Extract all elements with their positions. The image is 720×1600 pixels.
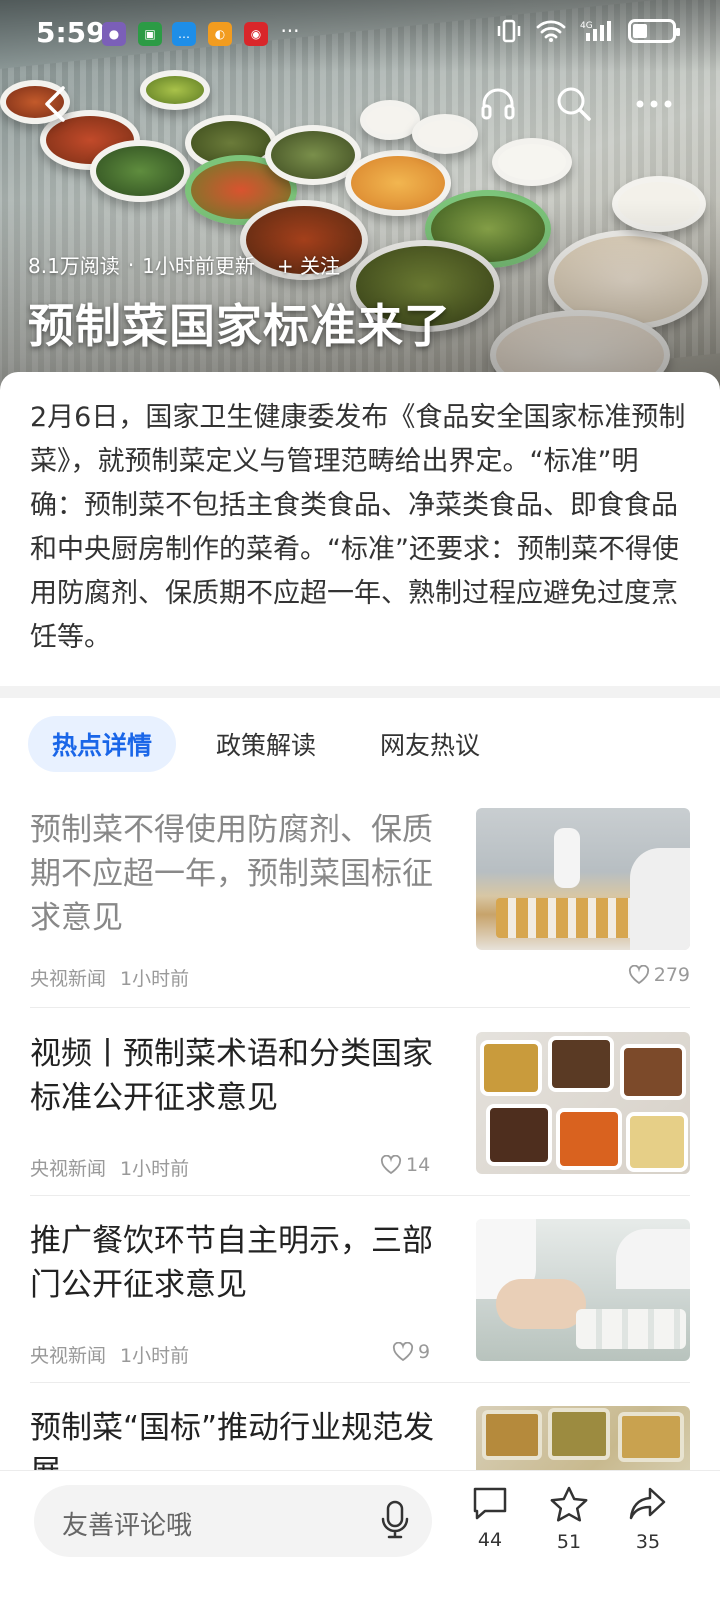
more-dots-icon xyxy=(636,100,672,108)
notification-app-icon: ◉ xyxy=(244,22,268,46)
news-thumbnail xyxy=(476,1219,690,1361)
search-button[interactable] xyxy=(550,80,598,128)
microphone-icon[interactable] xyxy=(380,1499,410,1541)
news-thumbnail xyxy=(476,808,690,950)
favorite-count: 51 xyxy=(556,1531,582,1553)
news-title: 预制菜不得使用防腐剂、保质期不应超一年，预制菜国标征求意见 xyxy=(30,812,433,936)
tab-policy-interpretation[interactable]: 政策解读 xyxy=(192,716,340,772)
comment-icon xyxy=(473,1487,507,1520)
wifi-icon xyxy=(536,20,566,42)
svg-text:4G: 4G xyxy=(580,21,593,31)
news-thumbnail xyxy=(476,1032,690,1174)
battery-icon xyxy=(628,19,680,43)
heart-icon xyxy=(628,965,649,985)
topic-summary-text: 2月6日，国家卫生健康委发布《食品安全国家标准预制菜》，就预制菜定义与管理范畴给… xyxy=(30,402,686,653)
news-time: 1小时前 xyxy=(120,1158,190,1180)
share-arrow-icon xyxy=(629,1487,666,1520)
chevron-left-icon xyxy=(45,86,65,122)
news-meta: 央视新闻 1小时前 xyxy=(30,1154,189,1181)
bottom-action-bar: 友善评论哦 44 51 35 xyxy=(0,1470,720,1600)
cellular-signal-icon: 4G xyxy=(580,21,611,41)
star-icon xyxy=(550,1486,588,1522)
notification-app-icon: ● xyxy=(102,22,126,46)
read-count: 8.1万阅读 xyxy=(28,254,120,278)
follow-button[interactable]: + 关注 xyxy=(277,250,340,279)
like-count: 14 xyxy=(406,1154,431,1176)
notification-app-icon: ▣ xyxy=(138,22,162,46)
status-bar: 5:59 ● ▣ … ◐ ◉ ··· 4G xyxy=(0,0,720,68)
more-options-button[interactable] xyxy=(630,80,678,128)
hero-meta: 8.1万阅读 · 1小时前更新 + 关注 xyxy=(28,250,340,279)
topic-tabs: 热点详情 政策解读 网友热议 xyxy=(28,716,504,772)
heart-icon xyxy=(380,1155,402,1175)
news-item[interactable]: 视频丨预制菜术语和分类国家标准公开征求意见 央视新闻 1小时前 14 xyxy=(30,1032,690,1196)
comment-count: 44 xyxy=(477,1529,503,1551)
update-time: 1小时前更新 xyxy=(142,254,255,278)
search-icon xyxy=(557,87,591,121)
news-time: 1小时前 xyxy=(120,1345,190,1367)
section-divider xyxy=(0,686,720,698)
like-button[interactable]: 279 xyxy=(628,964,690,986)
like-button[interactable]: 9 xyxy=(392,1341,430,1363)
news-meta: 央视新闻 1小时前 xyxy=(30,1341,189,1368)
notification-message-icon: … xyxy=(172,22,196,46)
news-thumbnail xyxy=(476,1406,690,1470)
comment-placeholder: 友善评论哦 xyxy=(62,1511,193,1541)
news-title: 预制菜“国标”推动行业规范发展 xyxy=(30,1410,435,1470)
favorite-button[interactable]: 51 xyxy=(539,1485,599,1553)
page-title: 预制菜国家标准来了 xyxy=(28,299,451,353)
vibrate-icon xyxy=(497,19,521,43)
news-meta: 央视新闻 1小时前 xyxy=(30,964,189,991)
tab-hot-details[interactable]: 热点详情 xyxy=(28,716,177,772)
like-count: 279 xyxy=(653,964,690,986)
news-title: 推广餐饮环节自主明示，三部门公开征求意见 xyxy=(30,1223,433,1303)
back-button[interactable] xyxy=(30,80,78,128)
list-divider xyxy=(30,1007,690,1008)
meta-dot: · xyxy=(127,252,135,277)
listen-button[interactable] xyxy=(474,80,522,128)
notification-more: ··· xyxy=(280,19,300,43)
share-button[interactable]: 35 xyxy=(618,1485,678,1553)
news-source: 央视新闻 xyxy=(30,1345,107,1367)
like-count: 9 xyxy=(418,1341,431,1363)
list-divider xyxy=(30,1382,690,1383)
share-count: 35 xyxy=(635,1531,661,1553)
notification-app-icon: ◐ xyxy=(208,22,232,46)
news-item[interactable]: 预制菜“国标”推动行业规范发展 xyxy=(30,1406,690,1470)
topic-summary-card: 2月6日，国家卫生健康委发布《食品安全国家标准预制菜》，就预制菜定义与管理范畴给… xyxy=(0,372,720,690)
list-divider xyxy=(30,1195,690,1196)
news-source: 央视新闻 xyxy=(30,968,107,990)
status-time: 5:59 xyxy=(36,16,106,49)
tab-netizen-discussion[interactable]: 网友热议 xyxy=(356,716,504,772)
comments-button[interactable]: 44 xyxy=(460,1485,520,1551)
hero-banner: 5:59 ● ▣ … ◐ ◉ ··· 4G 8.1万阅读 · 1小时前更新 + … xyxy=(0,0,720,400)
news-title: 视频丨预制菜术语和分类国家标准公开征求意见 xyxy=(30,1036,433,1116)
news-time: 1小时前 xyxy=(120,968,190,990)
like-button[interactable]: 14 xyxy=(380,1154,430,1176)
headphones-icon xyxy=(481,88,515,120)
comment-input[interactable]: 友善评论哦 xyxy=(34,1485,432,1557)
news-item[interactable]: 预制菜不得使用防腐剂、保质期不应超一年，预制菜国标征求意见 央视新闻 1小时前 … xyxy=(30,808,690,1008)
heart-icon xyxy=(392,1342,414,1362)
news-item[interactable]: 推广餐饮环节自主明示，三部门公开征求意见 央视新闻 1小时前 9 xyxy=(30,1219,690,1383)
news-source: 央视新闻 xyxy=(30,1158,107,1180)
